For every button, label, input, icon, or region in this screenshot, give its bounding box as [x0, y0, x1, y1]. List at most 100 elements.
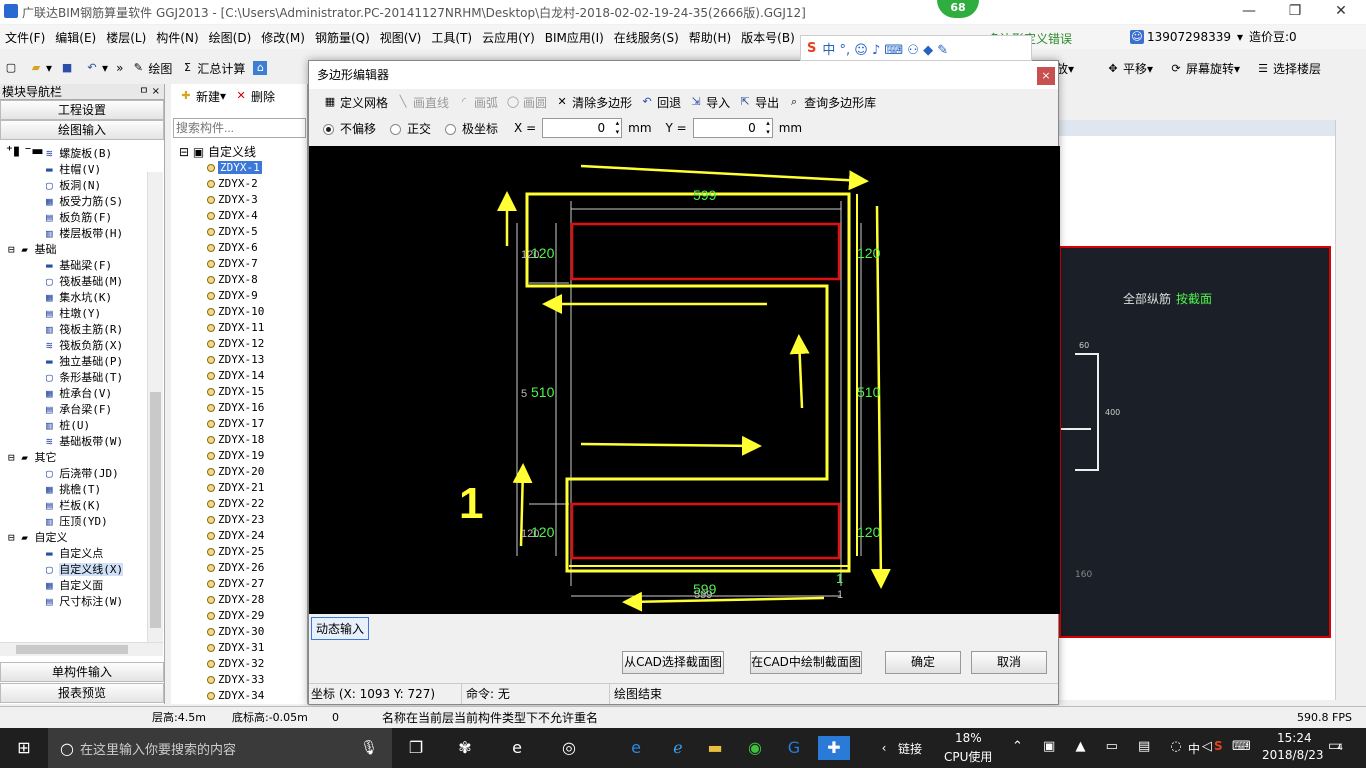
cancel-button[interactable]: 取消: [971, 651, 1047, 674]
right-scrollbar[interactable]: [1335, 120, 1353, 700]
component-row[interactable]: ZDYX-21: [171, 480, 308, 496]
component-row[interactable]: ZDYX-14: [171, 368, 308, 384]
tree-item[interactable]: ▢ 筏板基础(M): [0, 274, 147, 290]
menu-item[interactable]: 文件(F): [0, 29, 50, 46]
component-row[interactable]: ZDYX-16: [171, 400, 308, 416]
chevron-left-icon[interactable]: ‹: [872, 736, 896, 760]
tree-item[interactable]: ▤ 柱墩(Y): [0, 306, 147, 322]
component-row[interactable]: ZDYX-13: [171, 352, 308, 368]
component-row[interactable]: ZDYX-27: [171, 576, 308, 592]
new-file-button[interactable]: ▢: [0, 61, 25, 75]
ime-toolbar[interactable]: S中 °, ☺ ♪ ⌨ ⚇ ◆ ✎: [800, 35, 1032, 61]
tree-item[interactable]: ▢ 板洞(N): [0, 178, 147, 194]
ime-indicator[interactable]: 中: [1188, 740, 1200, 757]
polygon-canvas[interactable]: 599 599 120 510 120 120 510 120 120 5 12…: [309, 146, 1060, 614]
update-badge[interactable]: 68: [937, 0, 979, 18]
tree-item[interactable]: ▤ 板负筋(F): [0, 210, 147, 226]
menu-item[interactable]: 帮助(H): [684, 29, 736, 46]
component-row[interactable]: ZDYX-28: [171, 592, 308, 608]
draw-input-button[interactable]: 绘图输入: [0, 120, 164, 140]
delete-component-button[interactable]: ✕ 删除: [230, 88, 279, 105]
tree-item[interactable]: ▤ 承台梁(F): [0, 402, 147, 418]
polar-radio[interactable]: 极坐标: [439, 120, 498, 137]
tree-item[interactable]: ▥ 压顶(YD): [0, 514, 147, 530]
tree-item[interactable]: ▦ 板受力筋(S): [0, 194, 147, 210]
project-settings-button[interactable]: 工程设置: [0, 100, 164, 120]
menu-item[interactable]: 编辑(E): [50, 29, 101, 46]
maximize-button[interactable]: ❐: [1272, 0, 1318, 24]
select-floor-button[interactable]: ☰ 选择楼层: [1252, 60, 1325, 77]
component-row[interactable]: ZDYX-26: [171, 560, 308, 576]
image-icon[interactable]: ⌂: [249, 61, 274, 75]
report-preview-button[interactable]: 报表预览: [0, 683, 164, 703]
minimize-button[interactable]: —: [1226, 0, 1272, 24]
save-button[interactable]: ■: [56, 61, 81, 75]
menu-item[interactable]: 云应用(Y): [477, 29, 540, 46]
tree-item[interactable]: ▦ 自定义面: [0, 578, 147, 594]
menu-item[interactable]: 钢筋量(Q): [310, 29, 375, 46]
tree-folder[interactable]: ⊟ ▰ 其它: [0, 450, 147, 466]
component-row[interactable]: ZDYX-32: [171, 656, 308, 672]
calc-button[interactable]: Σ 汇总计算: [176, 60, 249, 77]
tree-item[interactable]: ▢ 自定义线(X): [0, 562, 147, 578]
dynamic-input-toggle[interactable]: 动态输入: [311, 617, 370, 640]
component-row[interactable]: ZDYX-34: [171, 688, 308, 704]
component-row[interactable]: ZDYX-19: [171, 448, 308, 464]
ie-icon[interactable]: ℯ: [666, 736, 690, 760]
open-button[interactable]: ▰ ▾: [25, 61, 56, 75]
notification-icon[interactable]: ▭4: [1328, 738, 1343, 754]
component-row[interactable]: ZDYX-33: [171, 672, 308, 688]
define-grid-button[interactable]: ▦ 定义网格: [319, 94, 392, 111]
component-row[interactable]: ZDYX-20: [171, 464, 308, 480]
y-input[interactable]: 0 ▴ ▾: [692, 118, 773, 138]
close-button[interactable]: ✕: [1318, 0, 1364, 24]
pin-icon[interactable]: ㅁ ×: [139, 84, 160, 100]
edge-icon[interactable]: e: [505, 736, 529, 760]
tree-item[interactable]: ▥ 筏板主筋(R): [0, 322, 147, 338]
draw-arc-button[interactable]: ◜ 画弧: [453, 94, 502, 111]
component-row[interactable]: ZDYX-15: [171, 384, 308, 400]
component-row[interactable]: ZDYX-10: [171, 304, 308, 320]
component-row[interactable]: ZDYX-11: [171, 320, 308, 336]
tree-item[interactable]: ▦ 集水坑(K): [0, 290, 147, 306]
undo-button[interactable]: ↶ ▾: [81, 61, 112, 75]
component-row[interactable]: ZDYX-8: [171, 272, 308, 288]
tree-item[interactable]: ▬ 自定义点: [0, 546, 147, 562]
tree-item[interactable]: ▦ 挑檐(T): [0, 482, 147, 498]
component-row[interactable]: ZDYX-25: [171, 544, 308, 560]
component-root[interactable]: ⊟ ▣ 自定义线: [179, 144, 256, 160]
menu-item[interactable]: 修改(M): [256, 29, 310, 46]
tree-item[interactable]: ≋ 筏板负筋(X): [0, 338, 147, 354]
component-row[interactable]: ZDYX-17: [171, 416, 308, 432]
task-view-icon[interactable]: ❐: [404, 736, 428, 760]
ortho-radio[interactable]: 正交: [384, 120, 431, 137]
tree-item[interactable]: ▬ 独立基础(P): [0, 354, 147, 370]
cad-draw-button[interactable]: 在CAD中绘制截面图: [750, 651, 862, 674]
file-explorer-icon[interactable]: ▬: [703, 736, 727, 760]
component-row[interactable]: ZDYX-1: [171, 160, 308, 176]
windows-start-icon[interactable]: ⊞: [12, 736, 36, 760]
draw-circle-button[interactable]: ◯ 画圆: [502, 94, 551, 111]
undo-step-button[interactable]: ↶ 回退: [636, 94, 685, 111]
no-offset-radio[interactable]: 不偏移: [317, 120, 376, 137]
draw-button[interactable]: ✎ 绘图: [127, 60, 176, 77]
component-row[interactable]: ZDYX-7: [171, 256, 308, 272]
edge-blue-icon[interactable]: e: [624, 736, 648, 760]
taskbar-search[interactable]: ○ 在这里输入你要搜索的内容 🎙: [48, 728, 392, 768]
draw-line-button[interactable]: ╲ 画直线: [392, 94, 453, 111]
pan-button[interactable]: ✥ 平移 ▾: [1102, 60, 1157, 77]
tree-item[interactable]: ▬ 柱帽(V): [0, 162, 147, 178]
component-row[interactable]: ZDYX-30: [171, 624, 308, 640]
tree-item[interactable]: ▢ 后浇带(JD): [0, 466, 147, 482]
component-row[interactable]: ZDYX-4: [171, 208, 308, 224]
component-row[interactable]: ZDYX-29: [171, 608, 308, 624]
new-component-button[interactable]: ✚ 新建 ▾: [175, 88, 230, 105]
tree-item[interactable]: ▥ 桩(U): [0, 418, 147, 434]
component-row[interactable]: ZDYX-22: [171, 496, 308, 512]
tree-item[interactable]: ≋ 螺旋板(B): [0, 146, 147, 162]
menu-item[interactable]: 工具(T): [426, 29, 477, 46]
query-library-button[interactable]: ⌕ 查询多边形库: [783, 94, 880, 111]
rotate-button[interactable]: ⟳ 屏幕旋转 ▾: [1165, 60, 1244, 77]
import-button[interactable]: ⇲ 导入: [685, 94, 734, 111]
ok-button[interactable]: 确定: [885, 651, 961, 674]
